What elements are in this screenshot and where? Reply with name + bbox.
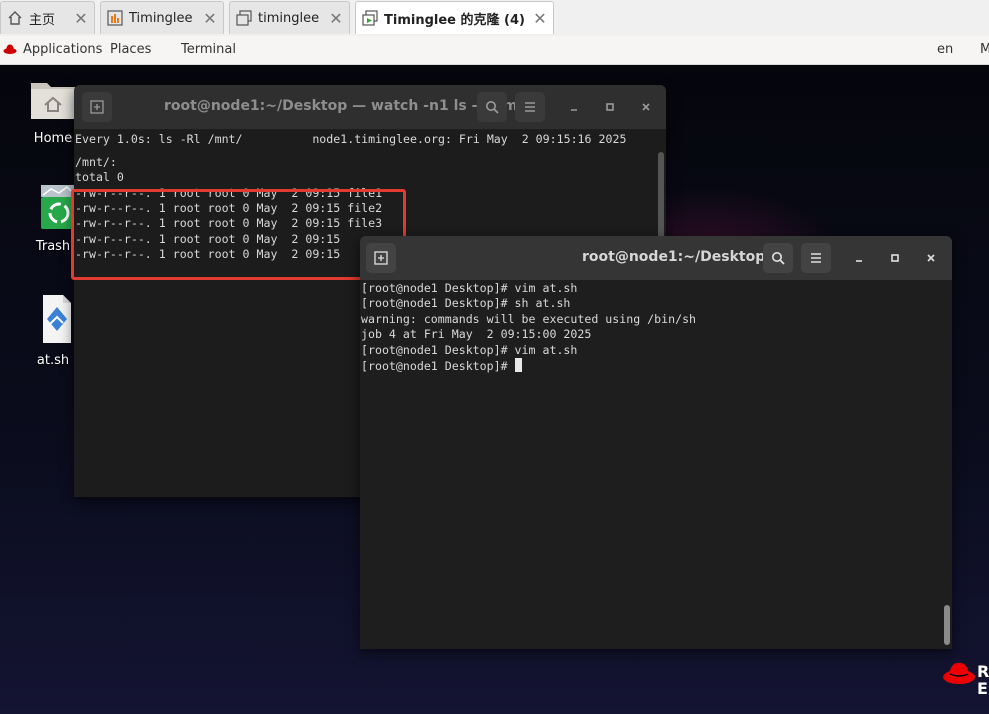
maximize-icon (606, 103, 614, 111)
tab-timinglee-lower[interactable]: timinglee ✕ (229, 1, 350, 34)
close-icon[interactable]: ✕ (531, 9, 549, 28)
close-icon (642, 103, 650, 111)
hamburger-menu-icon (811, 253, 821, 263)
new-tab-icon (90, 100, 104, 114)
maximize-button[interactable] (886, 249, 904, 267)
highlight-box (71, 189, 406, 280)
output-line: /mnt/: (75, 155, 117, 169)
output-line: warning: commands will be executed using… (361, 312, 697, 326)
menu-button[interactable] (515, 92, 545, 122)
terminal-output[interactable]: [root@node1 Desktop]# vim at.sh [root@no… (360, 281, 952, 649)
places-menu[interactable]: Places (110, 42, 151, 57)
watch-header-line: Every 1.0s: ls -Rl /mnt/ node1.timinglee… (75, 132, 627, 146)
menu-button[interactable] (801, 243, 831, 273)
close-icon (927, 254, 935, 262)
system-menu[interactable]: M (980, 42, 989, 57)
output-line: [root@node1 Desktop]# vim at.sh (361, 281, 578, 295)
applications-menu[interactable]: Applications (23, 42, 102, 57)
minimize-icon (856, 260, 862, 262)
new-tab-button[interactable] (82, 92, 112, 122)
close-button[interactable] (922, 249, 940, 267)
close-button[interactable] (637, 98, 655, 116)
desktop: Home Trash at.sh R E root@node1:~/Deskto… (0, 65, 989, 714)
search-icon (486, 101, 499, 114)
shell-prompt: [root@node1 Desktop]# (361, 359, 515, 373)
hamburger-menu-icon (525, 102, 535, 112)
prompt-line[interactable]: [root@node1 Desktop]# (361, 358, 522, 374)
tab-label: Timinglee 的克隆 (4) (384, 12, 525, 28)
tab-timinglee-clone[interactable]: Timinglee 的克隆 (4) ✕ (355, 1, 554, 34)
vm-window-icon (236, 10, 252, 26)
tab-home[interactable]: 主页 ✕ (0, 1, 95, 34)
redhat-logo-icon (943, 662, 975, 684)
minimize-icon (571, 109, 577, 111)
output-line: [root@node1 Desktop]# sh at.sh (361, 296, 571, 310)
vm-icon (107, 10, 123, 26)
output-line: total 0 (75, 170, 124, 184)
tab-timinglee[interactable]: Timinglee ✕ (100, 1, 224, 34)
terminal-menu[interactable]: Terminal (181, 42, 236, 57)
new-tab-icon (374, 251, 388, 265)
redhat-brand-text: R E (977, 662, 989, 698)
search-button[interactable] (477, 92, 507, 122)
output-line: job 4 at Fri May 2 09:15:00 2025 (361, 327, 592, 341)
tab-label: 主页 (29, 12, 56, 28)
maximize-button[interactable] (601, 98, 619, 116)
text-cursor (514, 358, 522, 372)
gnome-top-bar: Applications Places Terminal en M (0, 36, 989, 65)
search-button[interactable] (763, 243, 793, 273)
trash-icon (41, 185, 77, 229)
close-icon[interactable]: ✕ (201, 9, 219, 28)
language-indicator[interactable]: en (937, 42, 953, 57)
close-icon[interactable]: ✕ (327, 9, 345, 28)
terminal-window-desktop[interactable]: root@node1:~/Desktop [root@node1 Desktop… (360, 236, 952, 649)
tab-label: Timinglee (129, 10, 193, 26)
search-icon (772, 252, 785, 265)
script-file-icon (43, 295, 71, 343)
host-tab-bar: 主页 ✕ Timinglee ✕ timinglee ✕ Timinglee 的… (0, 0, 989, 37)
home-folder-icon (31, 83, 75, 119)
home-icon (8, 11, 22, 25)
tab-label: timinglee (258, 10, 320, 26)
terminal-header: root@node1:~/Desktop (360, 236, 952, 281)
scrollbar[interactable] (944, 605, 950, 645)
terminal-header: root@node1:~/Desktop — watch -n1 ls -Rl … (74, 85, 666, 130)
output-line: [root@node1 Desktop]# vim at.sh (361, 343, 578, 357)
new-tab-button[interactable] (366, 243, 396, 273)
terminal-title: root@node1:~/Desktop (582, 249, 766, 265)
maximize-icon (891, 254, 899, 262)
close-icon[interactable]: ✕ (72, 9, 90, 28)
redhat-icon (3, 44, 17, 54)
minimize-button[interactable] (565, 98, 583, 116)
minimize-button[interactable] (850, 249, 868, 267)
vm-running-icon (362, 10, 378, 26)
